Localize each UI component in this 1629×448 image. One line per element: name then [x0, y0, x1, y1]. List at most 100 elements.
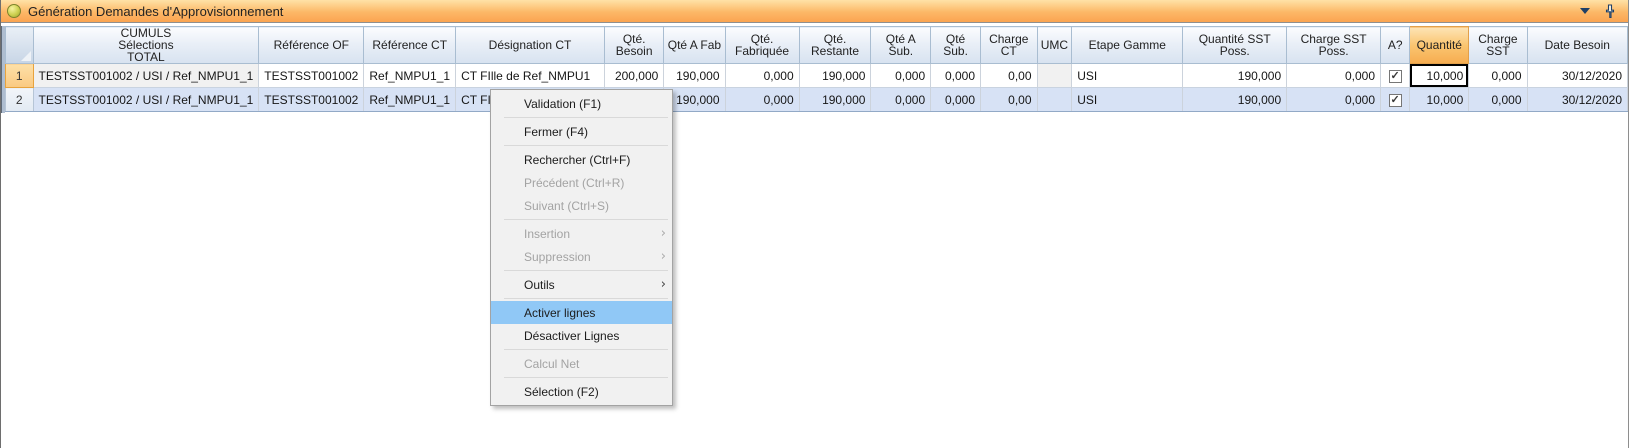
cell-qte-sub[interactable]: 0,000 — [931, 88, 981, 112]
column-header-qte-sub[interactable]: Qté Sub. — [931, 27, 981, 64]
menu-item-label: Insertion — [524, 227, 570, 241]
cell-quantite-sst-poss[interactable]: 190,000 — [1183, 64, 1287, 88]
column-header-umc[interactable]: UMC — [1037, 27, 1072, 64]
cell-ref-ct[interactable]: Ref_NMPU1_1 — [364, 88, 456, 112]
menu-item-label: Suivant (Ctrl+S) — [524, 199, 609, 213]
column-header-qte-fabriquee[interactable]: Qté. Fabriquée — [725, 27, 799, 64]
panel-window: Génération Demandes d'Approvisionnement … — [0, 0, 1629, 448]
cell-charge-sst-poss[interactable]: 0,000 — [1287, 64, 1381, 88]
column-header-a[interactable]: A? — [1381, 27, 1410, 64]
menu-item-label: Sélection (F2) — [524, 385, 599, 399]
cell-charge-sst[interactable]: 0,000 — [1469, 64, 1527, 88]
menu-item-insertion: Insertion › — [491, 222, 672, 245]
cell-a[interactable]: ✓ — [1381, 88, 1410, 112]
menu-separator — [504, 349, 668, 350]
cell-ref-of[interactable]: TESTSST001002 — [259, 88, 364, 112]
menu-item-label: Fermer (F4) — [524, 125, 588, 139]
table-row: 1TESTSST001002 / USI / Ref_NMPU1_1TESTSS… — [6, 64, 1628, 88]
cell-umc[interactable] — [1037, 88, 1072, 112]
cell-qte-restante[interactable]: 190,000 — [799, 88, 871, 112]
checkbox-checked-icon[interactable]: ✓ — [1389, 94, 1402, 107]
submenu-arrow-icon: › — [661, 278, 666, 291]
column-header-quantite-sst-poss[interactable]: Quantité SST Poss. — [1183, 27, 1287, 64]
column-header-designation-ct[interactable]: Désignation CT — [456, 27, 605, 64]
cell-umc[interactable] — [1037, 64, 1072, 88]
column-header-charge-ct[interactable]: Charge CT — [981, 27, 1037, 64]
cell-date-besoin[interactable]: 30/12/2020 — [1527, 88, 1627, 112]
menu-separator — [504, 377, 668, 378]
cell-etape-gamme[interactable]: USI — [1072, 88, 1183, 112]
panel-title: Génération Demandes d'Approvisionnement — [28, 4, 283, 19]
menu-item-label: Calcul Net — [524, 357, 579, 371]
cell-qte-a-fab[interactable]: 190,000 — [664, 88, 725, 112]
menu-item-fermer-f4[interactable]: Fermer (F4) — [491, 120, 672, 143]
table-row: 2TESTSST001002 / USI / Ref_NMPU1_1TESTSS… — [6, 88, 1628, 112]
cell-a[interactable]: ✓ — [1381, 64, 1410, 88]
cell-charge-sst-poss[interactable]: 0,000 — [1287, 88, 1381, 112]
column-header-etape-gamme[interactable]: Etape Gamme — [1072, 27, 1183, 64]
grid-table: CUMULS Sélections TOTALRéférence OFRéfér… — [5, 26, 1628, 112]
checkbox-checked-icon[interactable]: ✓ — [1389, 70, 1402, 83]
cell-qte-a-fab[interactable]: 190,000 — [664, 64, 725, 88]
column-header-charge-sst[interactable]: Charge SST — [1469, 27, 1527, 64]
cell-qte-fabriquee[interactable]: 0,000 — [725, 64, 799, 88]
menu-item-rechercher-ctrl-f[interactable]: Rechercher (Ctrl+F) — [491, 148, 672, 171]
cell-cumuls[interactable]: TESTSST001002 / USI / Ref_NMPU1_1 — [33, 88, 259, 112]
chevron-down-icon[interactable] — [1580, 8, 1590, 14]
titlebar-controls — [1580, 4, 1622, 19]
column-header-charge-sst-poss[interactable]: Charge SST Poss. — [1287, 27, 1381, 64]
panel-title-bar: Génération Demandes d'Approvisionnement — [1, 0, 1628, 23]
column-header-ref-of[interactable]: Référence OF — [259, 27, 364, 64]
cell-designation-ct[interactable]: CT FIlle de Ref_NMPU1 — [456, 64, 605, 88]
cell-qte-a-sub[interactable]: 0,000 — [871, 88, 931, 112]
menu-separator — [504, 270, 668, 271]
column-header-date-besoin[interactable]: Date Besoin — [1527, 27, 1627, 64]
cell-qte-a-sub[interactable]: 0,000 — [871, 64, 931, 88]
cell-ref-ct[interactable]: Ref_NMPU1_1 — [364, 64, 456, 88]
context-menu: Validation (F1) Fermer (F4) Rechercher (Ct… — [490, 89, 673, 406]
menu-item-calcul-net: Calcul Net — [491, 352, 672, 375]
menu-separator — [504, 117, 668, 118]
cell-quantite-sst-poss[interactable]: 190,000 — [1183, 88, 1287, 112]
row-number[interactable]: 2 — [6, 88, 34, 112]
menu-item-suppression: Suppression › — [491, 245, 672, 268]
menu-item-outils[interactable]: Outils › — [491, 273, 672, 296]
menu-item-validation-f1[interactable]: Validation (F1) — [491, 92, 672, 115]
menu-item-précédent-ctrl-r: Précédent (Ctrl+R) — [491, 171, 672, 194]
column-header-qte-restante[interactable]: Qté. Restante — [799, 27, 871, 64]
column-header-cumuls[interactable]: CUMULS Sélections TOTAL — [33, 27, 259, 64]
menu-item-label: Suppression — [524, 250, 591, 264]
cell-charge-sst[interactable]: 0,000 — [1469, 88, 1527, 112]
pin-icon[interactable] — [1604, 4, 1616, 19]
cell-quantite[interactable]: 10,000 — [1410, 64, 1469, 88]
cell-quantite[interactable]: 10,000 — [1410, 88, 1469, 112]
column-header-qte-besoin[interactable]: Qté. Besoin — [604, 27, 663, 64]
menu-item-label: Outils — [524, 278, 555, 292]
cell-ref-of[interactable]: TESTSST001002 — [259, 64, 364, 88]
column-header-qte-a-sub[interactable]: Qté A Sub. — [871, 27, 931, 64]
submenu-arrow-icon: › — [661, 227, 666, 240]
cell-etape-gamme[interactable]: USI — [1072, 64, 1183, 88]
cell-qte-besoin[interactable]: 200,000 — [604, 64, 663, 88]
menu-separator — [504, 145, 668, 146]
submenu-arrow-icon: › — [661, 250, 666, 263]
cell-qte-fabriquee[interactable]: 0,000 — [725, 88, 799, 112]
column-header-qte-a-fab[interactable]: Qté A Fab — [664, 27, 725, 64]
cell-charge-ct[interactable]: 0,00 — [981, 64, 1037, 88]
menu-item-désactiver-lignes[interactable]: Désactiver Lignes — [491, 324, 672, 347]
cell-date-besoin[interactable]: 30/12/2020 — [1527, 64, 1627, 88]
row-number[interactable]: 1 — [6, 64, 34, 88]
cell-cumuls[interactable]: TESTSST001002 / USI / Ref_NMPU1_1 — [33, 64, 259, 88]
menu-item-label: Validation (F1) — [524, 97, 601, 111]
grid-container: CUMULS Sélections TOTALRéférence OFRéfér… — [5, 26, 1628, 112]
select-all-corner[interactable] — [6, 27, 34, 64]
menu-item-suivant-ctrl-s: Suivant (Ctrl+S) — [491, 194, 672, 217]
column-header-quantite[interactable]: Quantité — [1410, 27, 1469, 64]
menu-item-sélection-f2[interactable]: Sélection (F2) — [491, 380, 672, 403]
menu-item-label: Rechercher (Ctrl+F) — [524, 153, 630, 167]
menu-item-activer-lignes[interactable]: Activer lignes — [491, 301, 672, 324]
cell-charge-ct[interactable]: 0,00 — [981, 88, 1037, 112]
cell-qte-restante[interactable]: 190,000 — [799, 64, 871, 88]
cell-qte-sub[interactable]: 0,000 — [931, 64, 981, 88]
column-header-ref-ct[interactable]: Référence CT — [364, 27, 456, 64]
